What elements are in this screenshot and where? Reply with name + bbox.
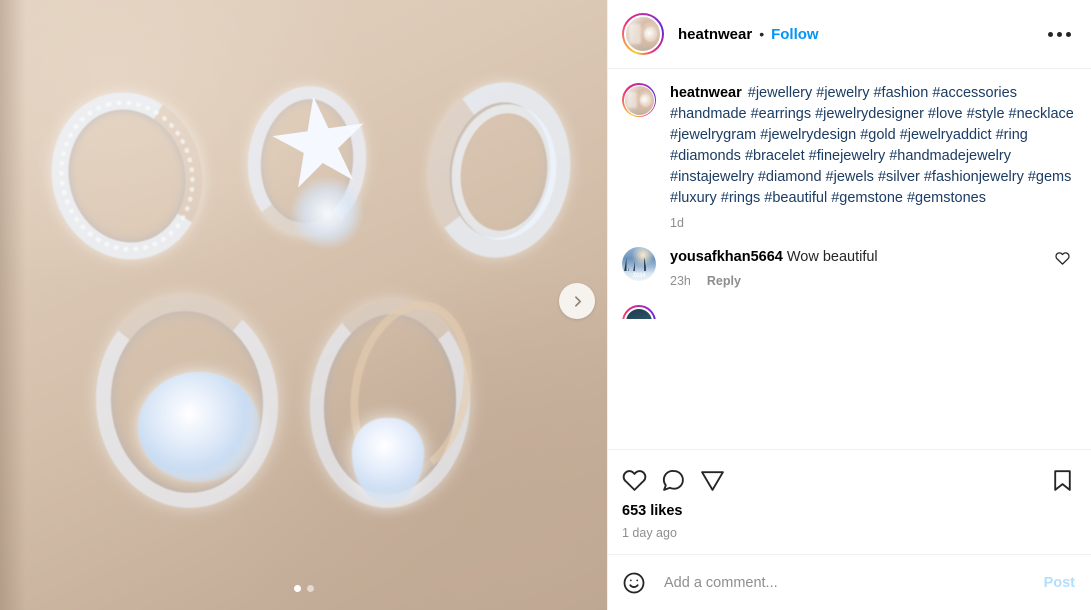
heart-icon xyxy=(622,469,647,491)
avatar-image xyxy=(623,84,655,116)
comments-scroll-region[interactable]: heatnwear #jewellery #jewelry #fashion #… xyxy=(608,69,1091,449)
avatar-image xyxy=(624,15,662,53)
comment-meta: 23h Reply xyxy=(670,274,1047,288)
header-separator: • xyxy=(759,26,765,42)
caption-author[interactable]: heatnwear xyxy=(670,85,742,101)
comment-text: yousafkhan5664 Wow beautiful xyxy=(670,247,1047,267)
paper-plane-icon xyxy=(701,470,724,491)
comment-author[interactable]: yousafkhan5664 xyxy=(670,249,783,265)
chevron-right-icon xyxy=(574,295,581,307)
next-slide-button[interactable] xyxy=(559,283,595,319)
caption-avatar[interactable] xyxy=(622,83,656,117)
carousel-dots xyxy=(0,585,607,592)
instagram-post: heatnwear • Follow heatnwear #jewellery … xyxy=(0,0,1091,610)
ellipsis-icon xyxy=(1056,31,1062,37)
photo-edge-shadow xyxy=(0,0,26,610)
heart-icon xyxy=(1055,252,1070,265)
header-username[interactable]: heatnwear xyxy=(678,26,752,43)
add-comment-bar: Post xyxy=(608,554,1091,610)
likes-count[interactable]: 653 likes xyxy=(622,503,1075,519)
speech-bubble-icon xyxy=(662,469,684,491)
caption-meta: 1d xyxy=(670,216,1075,230)
comment-input[interactable] xyxy=(664,574,1034,591)
share-button[interactable] xyxy=(700,468,725,493)
like-button[interactable] xyxy=(622,468,647,493)
carousel-dot-2[interactable] xyxy=(306,585,314,592)
sparkle-cluster xyxy=(290,176,364,250)
caption-entry: heatnwear #jewellery #jewelry #fashion #… xyxy=(622,83,1075,230)
comment-body: yousafkhan5664 Wow beautiful 23h Reply xyxy=(670,247,1047,288)
caption-timestamp: 1d xyxy=(670,216,684,230)
comment-like-button[interactable] xyxy=(1055,247,1075,271)
emoji-button[interactable] xyxy=(622,571,648,595)
bookmark-icon xyxy=(1054,469,1071,491)
more-options-button[interactable] xyxy=(1043,22,1075,46)
post-comment-button[interactable]: Post xyxy=(1044,575,1075,591)
caption-text: heatnwear #jewellery #jewelry #fashion #… xyxy=(670,83,1075,209)
halo-center-stone xyxy=(138,372,260,482)
comment-entry: yousafkhan5664Wow beautiful 23h Reply xyxy=(622,247,1075,288)
action-icons xyxy=(622,460,1075,500)
next-comment-partial xyxy=(622,305,1075,319)
smiley-face-icon xyxy=(623,572,645,593)
header-username-row: heatnwear • Follow xyxy=(678,26,1043,43)
carousel-dot-1[interactable] xyxy=(293,585,301,592)
caption-body: heatnwear #jewellery #jewelry #fashion #… xyxy=(670,83,1075,230)
post-header: heatnwear • Follow xyxy=(608,0,1091,69)
post-media[interactable] xyxy=(0,0,607,610)
post-details-panel: heatnwear • Follow heatnwear #jewellery … xyxy=(607,0,1091,610)
header-avatar[interactable] xyxy=(622,13,664,55)
ellipsis-icon xyxy=(1047,31,1053,37)
ellipsis-icon xyxy=(1065,31,1071,37)
action-bar: 653 likes 1 day ago xyxy=(608,449,1091,554)
comment-button[interactable] xyxy=(661,468,686,493)
follow-button[interactable]: Follow xyxy=(771,26,819,43)
comment-avatar[interactable] xyxy=(622,247,656,281)
save-button[interactable] xyxy=(1050,468,1075,493)
comment-message: Wow beautiful xyxy=(786,249,878,265)
comment-timestamp: 23h xyxy=(670,274,691,288)
post-timestamp: 1 day ago xyxy=(622,526,677,540)
next-commenter-avatar[interactable] xyxy=(622,305,656,319)
ring-photograph xyxy=(0,0,607,610)
comment-reply-button[interactable]: Reply xyxy=(707,274,741,288)
caption-hashtags[interactable]: #jewellery #jewelry #fashion #accessorie… xyxy=(670,85,1074,206)
